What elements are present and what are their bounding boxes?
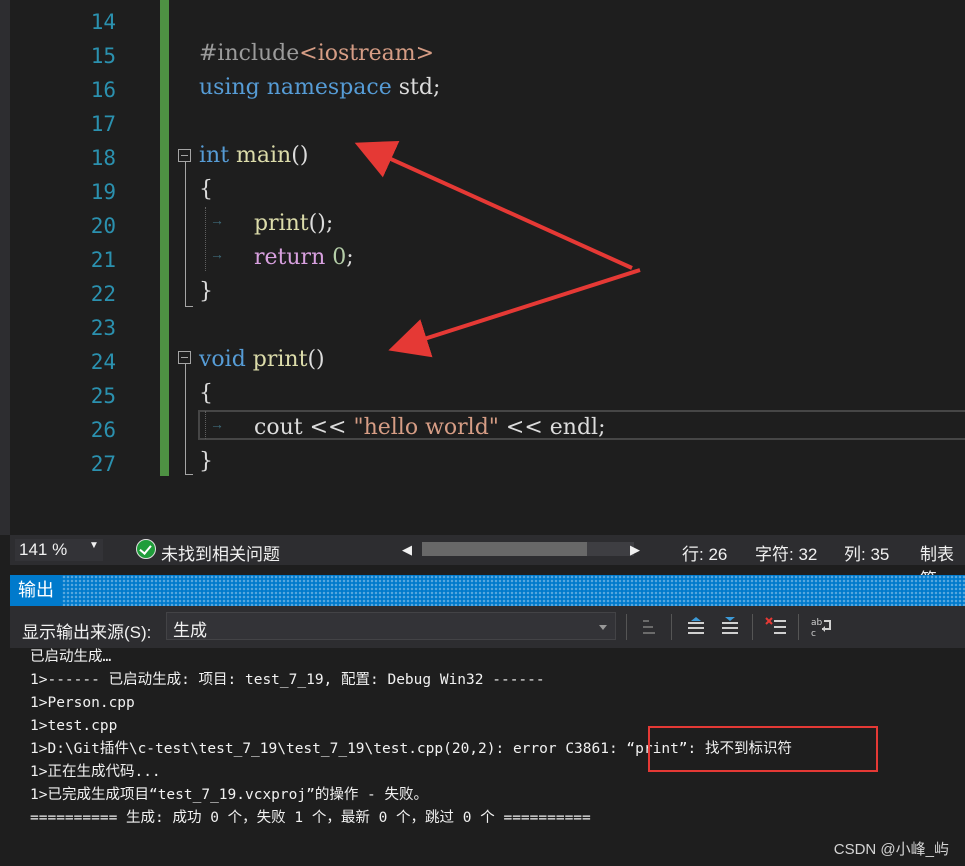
output-toolbar: 显示输出来源(S): 生成 ab c (10, 606, 965, 648)
goto-source-icon[interactable] (637, 615, 661, 639)
watermark: CSDN @小峰_屿 (833, 841, 949, 858)
output-line: 1>------ 已启动生成: 项目: test_7_19, 配置: Debug… (30, 672, 545, 688)
editor-status-bar: 141 % ▼ 未找到相关问题 ◀ ▶ 行: 26 字符: 32 列: 35 制… (10, 535, 965, 589)
output-line: 1>Person.cpp (30, 695, 135, 711)
error-highlight-box (648, 726, 878, 772)
output-source-select[interactable]: 生成 (166, 612, 616, 640)
output-line: 1>正在生成代码... (30, 764, 161, 780)
source-label: 显示输出来源(S): (22, 623, 152, 642)
toolbar-separator (752, 614, 753, 640)
scroll-left-icon[interactable]: ◀ (402, 542, 412, 558)
output-text-area[interactable]: 已启动生成… 1>------ 已启动生成: 项目: test_7_19, 配置… (10, 648, 965, 866)
horizontal-scrollbar[interactable] (422, 542, 634, 556)
next-message-icon[interactable] (718, 615, 742, 639)
output-summary-line: ========== 生成: 成功 0 个，失败 1 个，最新 0 个，跳过 0… (30, 810, 591, 826)
arrow-to-print (388, 268, 641, 358)
chevron-down-icon: ▼ (89, 540, 99, 551)
toolbar-separator (671, 614, 672, 640)
source-value: 生成 (173, 621, 207, 640)
zoom-dropdown[interactable]: 141 % ▼ (15, 539, 103, 561)
cursor-char: 字符: 32 (755, 545, 818, 564)
word-wrap-icon[interactable]: abc (810, 615, 834, 639)
scroll-right-icon[interactable]: ▶ (630, 542, 640, 558)
output-line: 1>已完成生成项目“test_7_19.vcxproj”的操作 - 失败。 (30, 787, 429, 803)
output-line: 已启动生成… (30, 649, 112, 665)
output-panel-header[interactable]: 输出 (10, 575, 965, 606)
cursor-line: 行: 26 (682, 545, 728, 564)
chevron-down-icon (599, 625, 607, 630)
clear-all-icon[interactable] (764, 615, 788, 639)
output-title: 输出 (10, 575, 62, 606)
zoom-level: 141 % (19, 540, 68, 559)
cursor-col: 列: 35 (844, 545, 890, 564)
scrollbar-thumb[interactable] (422, 542, 587, 556)
previous-message-icon[interactable] (684, 615, 708, 639)
issues-status[interactable]: 未找到相关问题 (161, 540, 280, 565)
annotation-arrows (354, 140, 641, 358)
code-editor[interactable]: 14 15 16 17 18 19 20 21 22 23 24 25 26 2… (0, 0, 965, 535)
arrow-to-main (354, 140, 633, 270)
toolbar-separator (626, 614, 627, 640)
toolbar-separator (798, 614, 799, 640)
check-circle-icon (136, 539, 156, 559)
output-line: 1>test.cpp (30, 718, 118, 734)
svg-text:c: c (811, 629, 816, 639)
svg-text:ab: ab (811, 618, 823, 628)
